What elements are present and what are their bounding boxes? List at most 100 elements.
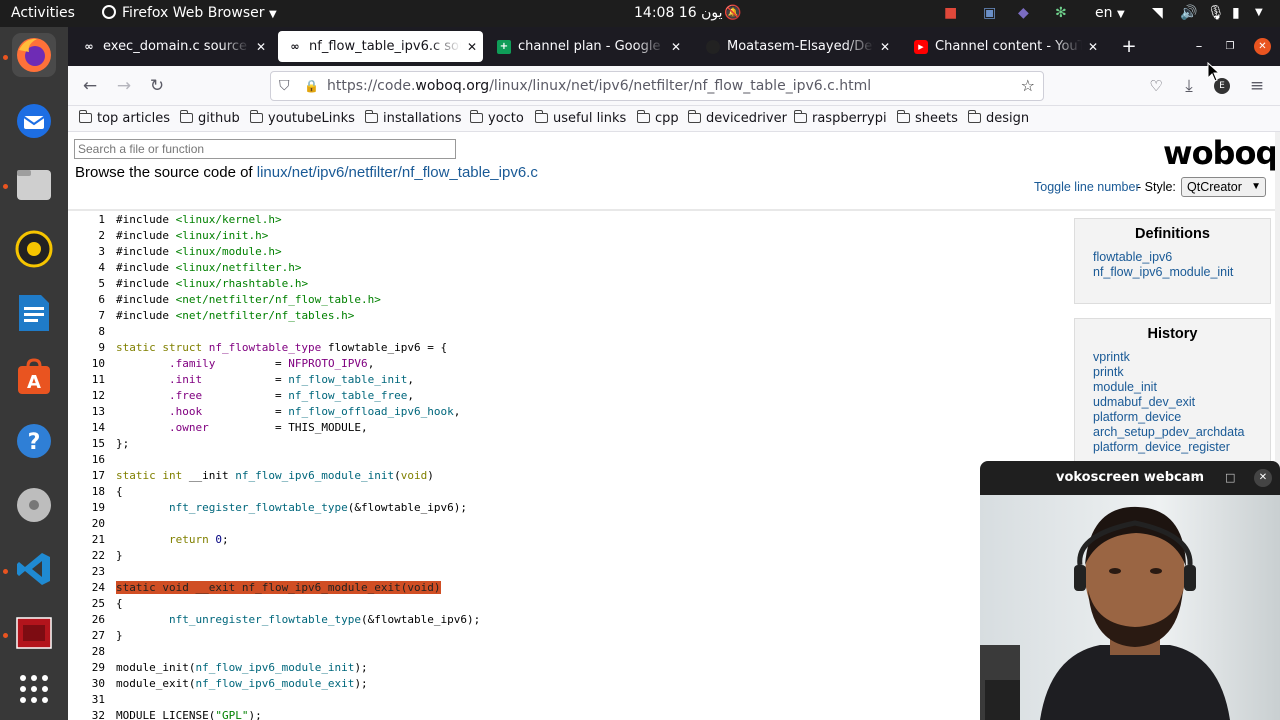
code-token[interactable]: nf_flowtable_type bbox=[209, 341, 322, 354]
line-number[interactable]: 25 bbox=[68, 596, 105, 612]
code-token[interactable]: nft_register_flowtable_type bbox=[169, 501, 348, 514]
code-token[interactable]: nf_flow_table_init bbox=[288, 373, 407, 386]
code-token[interactable]: NFPROTO_IPV6 bbox=[288, 357, 367, 370]
history-link[interactable]: arch_setup_pdev_archdata bbox=[1093, 425, 1270, 440]
toggle-line-number-link[interactable]: Toggle line number bbox=[1034, 180, 1140, 194]
definition-link[interactable]: nf_flow_ipv6_module_init bbox=[1093, 265, 1270, 280]
line-number[interactable]: 18 bbox=[68, 484, 105, 500]
system-menu-caret-icon[interactable]: ▼ bbox=[1255, 0, 1263, 27]
activities-button[interactable]: Activities bbox=[11, 0, 75, 27]
line-number[interactable]: 22 bbox=[68, 548, 105, 564]
history-link[interactable]: udmabuf_dev_exit bbox=[1093, 395, 1270, 410]
search-input[interactable]: Search a file or function bbox=[74, 139, 456, 159]
line-number[interactable]: 12 bbox=[68, 388, 105, 404]
teams-indicator-icon[interactable]: ◆ bbox=[1018, 0, 1029, 27]
lock-icon[interactable]: 🔒 bbox=[304, 72, 319, 100]
bookmark-folder[interactable]: github bbox=[179, 106, 240, 130]
line-number[interactable]: 29 bbox=[68, 660, 105, 676]
code-token[interactable]: .owner bbox=[169, 421, 209, 434]
line-number[interactable]: 5 bbox=[68, 276, 105, 292]
bookmark-folder[interactable]: useful links bbox=[534, 106, 626, 130]
vscode-icon[interactable] bbox=[12, 547, 56, 591]
close-icon[interactable]: ✕ bbox=[1254, 469, 1272, 487]
back-icon[interactable]: ← bbox=[76, 74, 104, 98]
line-number[interactable]: 28 bbox=[68, 644, 105, 660]
line-number[interactable]: 20 bbox=[68, 516, 105, 532]
tab-github[interactable]: Moatasem-Elsayed/Devic✕ bbox=[696, 31, 896, 62]
line-number[interactable]: 13 bbox=[68, 404, 105, 420]
camera-indicator-icon[interactable]: ■ bbox=[944, 0, 957, 27]
disks-icon[interactable] bbox=[12, 483, 56, 527]
bookmark-star-icon[interactable]: ☆ bbox=[1021, 72, 1035, 100]
volume-icon[interactable]: 🔊 bbox=[1180, 0, 1197, 27]
tab-youtube[interactable]: ▶ Channel content - YouTu ✕ bbox=[904, 31, 1104, 62]
files-icon[interactable] bbox=[12, 163, 56, 207]
new-tab-icon[interactable]: + bbox=[1117, 27, 1141, 66]
code-token[interactable]: .init bbox=[169, 373, 202, 386]
line-number[interactable]: 1 bbox=[68, 212, 105, 228]
firefox-icon[interactable] bbox=[12, 33, 56, 77]
code-token[interactable]: .family bbox=[169, 357, 215, 370]
tracking-shield-icon[interactable]: ⛉ bbox=[279, 72, 290, 100]
line-number[interactable]: 23 bbox=[68, 564, 105, 580]
bookmark-folder[interactable]: youtubeLinks bbox=[249, 106, 355, 130]
bookmark-folder[interactable]: sheets bbox=[896, 106, 958, 130]
screen-indicator-icon[interactable]: ▣ bbox=[983, 0, 996, 27]
microphone-icon[interactable]: 🎙 bbox=[1207, 0, 1225, 27]
minimize-icon[interactable]: – bbox=[1187, 27, 1211, 66]
line-number[interactable]: 4 bbox=[68, 260, 105, 276]
path-link[interactable]: ipv6 bbox=[317, 164, 345, 181]
path-link[interactable]: linux bbox=[257, 164, 288, 181]
path-link[interactable]: net bbox=[292, 164, 313, 181]
line-number[interactable]: 9 bbox=[68, 340, 105, 356]
show-apps-icon[interactable] bbox=[12, 667, 56, 711]
definition-link[interactable]: flowtable_ipv6 bbox=[1093, 250, 1270, 265]
line-number[interactable]: 8 bbox=[68, 324, 105, 340]
code-token[interactable]: nf_flow_ipv6_module_init bbox=[235, 469, 394, 482]
tab-exec-domain[interactable]: ∞ exec_domain.c source co ✕ bbox=[72, 31, 272, 62]
forward-icon[interactable]: → bbox=[110, 74, 138, 98]
line-number[interactable]: 24 bbox=[68, 580, 105, 596]
webcam-titlebar[interactable]: vokoscreen webcam – □ ✕ bbox=[980, 461, 1280, 495]
bookmark-folder[interactable]: top articles bbox=[78, 106, 170, 130]
bookmark-folder[interactable]: installations bbox=[364, 106, 462, 130]
network-icon[interactable]: ◥ bbox=[1152, 0, 1163, 27]
line-number[interactable]: 17 bbox=[68, 468, 105, 484]
tray-app-icon[interactable]: ✻ bbox=[1055, 0, 1067, 27]
close-tab-icon[interactable]: ✕ bbox=[461, 40, 483, 54]
language-indicator[interactable]: en ▼ bbox=[1095, 0, 1125, 27]
hamburger-menu-icon[interactable]: ≡ bbox=[1243, 74, 1271, 98]
history-link[interactable]: printk bbox=[1093, 365, 1270, 380]
line-number[interactable]: 10 bbox=[68, 356, 105, 372]
battery-icon[interactable]: ▮ bbox=[1232, 0, 1240, 27]
history-link[interactable]: platform_device bbox=[1093, 410, 1270, 425]
maximize-icon[interactable]: □ bbox=[1225, 461, 1235, 495]
line-number[interactable]: 6 bbox=[68, 292, 105, 308]
line-number[interactable]: 3 bbox=[68, 244, 105, 260]
close-tab-icon[interactable]: ✕ bbox=[874, 40, 896, 54]
thunderbird-icon[interactable] bbox=[12, 99, 56, 143]
line-number[interactable]: 30 bbox=[68, 676, 105, 692]
path-link[interactable]: netfilter bbox=[349, 164, 398, 181]
clock[interactable]: 14:08 يون 16 bbox=[634, 0, 723, 27]
bookmark-folder[interactable]: raspberrypi bbox=[793, 106, 887, 130]
line-number[interactable]: 26 bbox=[68, 612, 105, 628]
minimize-icon[interactable]: – bbox=[1192, 461, 1199, 495]
close-tab-icon[interactable]: ✕ bbox=[665, 40, 687, 54]
url-bar[interactable]: ⛉ 🔒 https://code.woboq.org/linux/linux/n… bbox=[270, 71, 1044, 101]
line-number[interactable]: 16 bbox=[68, 452, 105, 468]
writer-icon[interactable] bbox=[12, 291, 56, 335]
path-link[interactable]: nf_flow_table_ipv6.c bbox=[402, 164, 538, 181]
close-tab-icon[interactable]: ✕ bbox=[1082, 40, 1104, 54]
line-number[interactable]: 31 bbox=[68, 692, 105, 708]
line-number[interactable]: 32 bbox=[68, 708, 105, 720]
restore-icon[interactable]: ❐ bbox=[1218, 27, 1242, 66]
line-number[interactable]: 11 bbox=[68, 372, 105, 388]
app-center-icon[interactable]: A bbox=[12, 355, 56, 399]
code-token[interactable]: nf_flow_ipv6_module_exit bbox=[195, 677, 354, 690]
code-token[interactable]: nf_flow_ipv6_module_init bbox=[195, 661, 354, 674]
line-number[interactable]: 27 bbox=[68, 628, 105, 644]
close-tab-icon[interactable]: ✕ bbox=[250, 40, 272, 54]
screencast-icon[interactable] bbox=[12, 611, 56, 655]
code-token[interactable]: nf_flow_table_free bbox=[288, 389, 407, 402]
